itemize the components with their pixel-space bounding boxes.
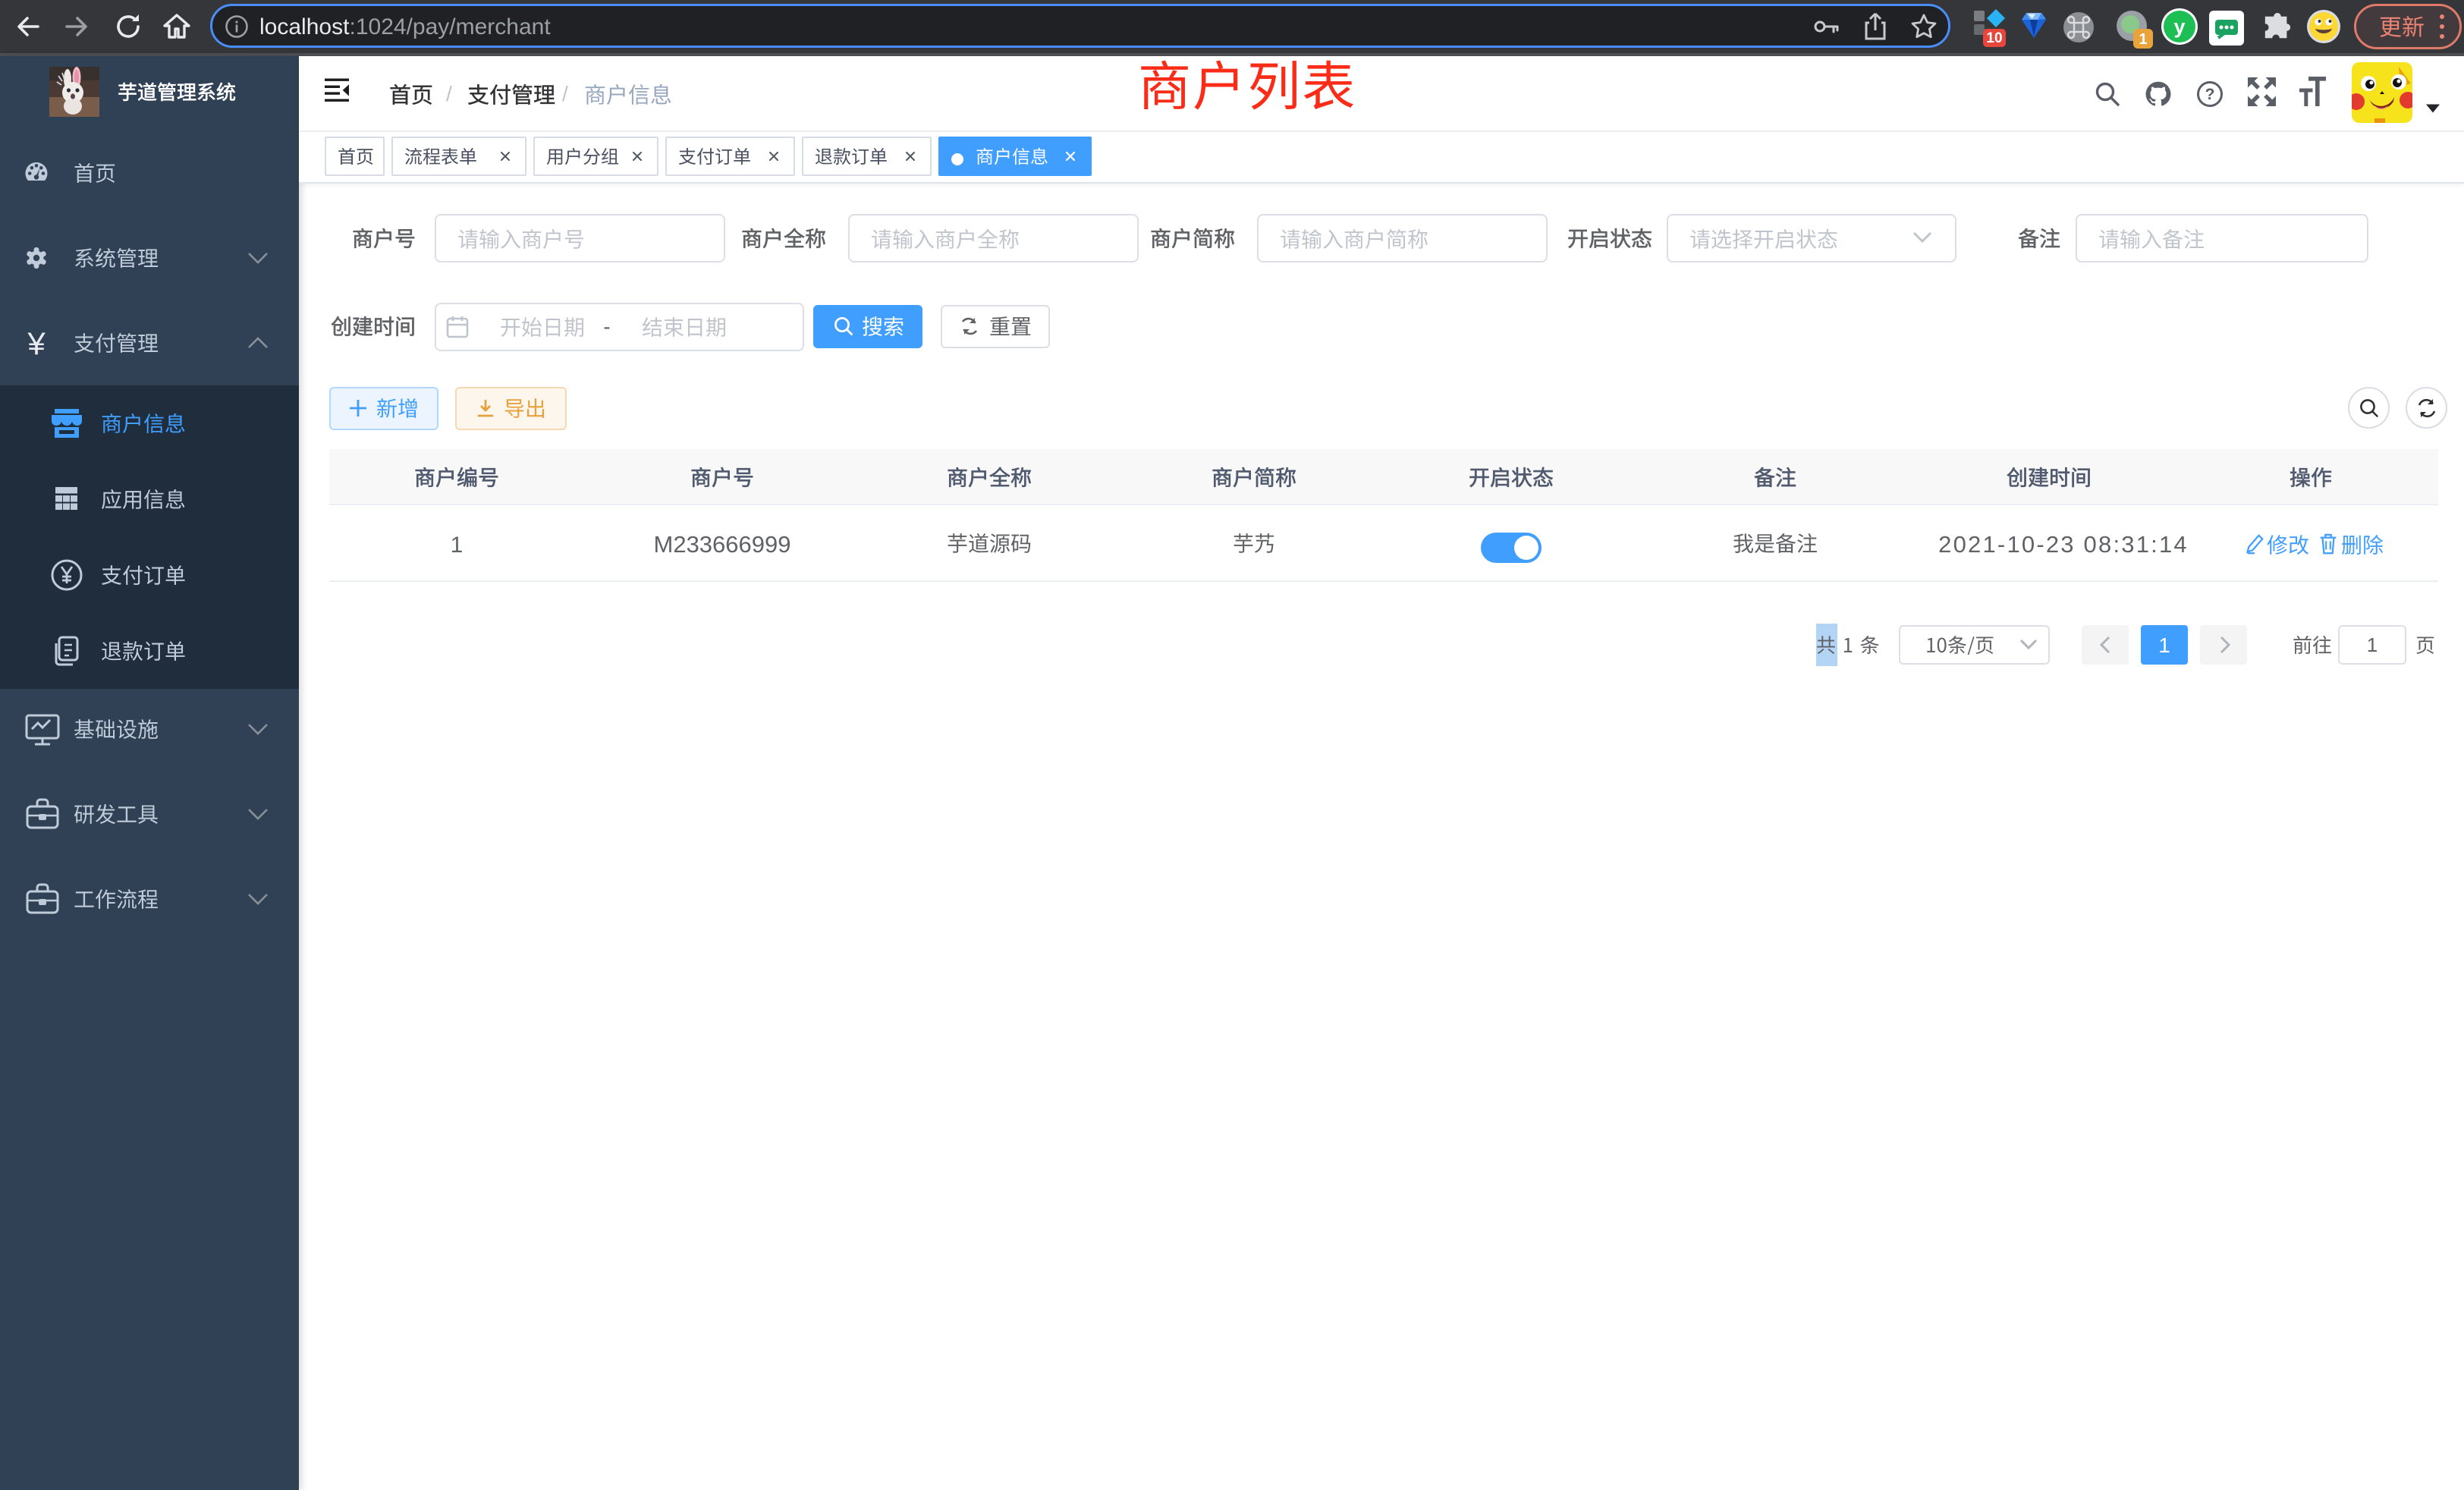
svg-text:?: ? bbox=[2205, 86, 2215, 103]
